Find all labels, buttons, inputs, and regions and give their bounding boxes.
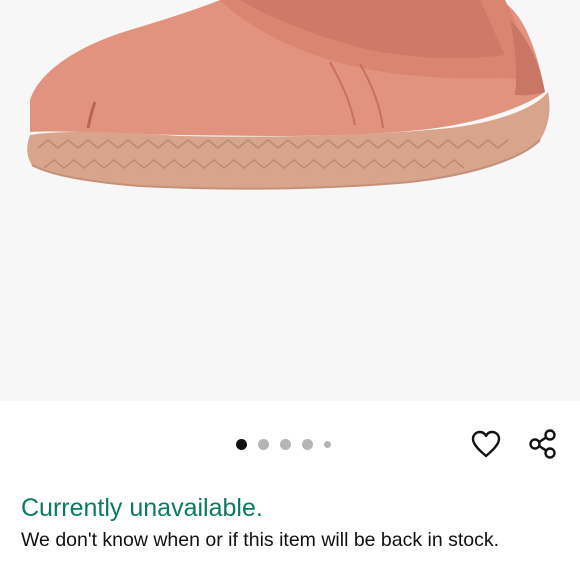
shoe-illustration xyxy=(27,0,550,190)
product-image[interactable] xyxy=(0,0,580,401)
carousel-dot-active[interactable] xyxy=(236,438,247,450)
carousel-dot[interactable] xyxy=(258,438,269,450)
stock-message: We don't know when or if this item will … xyxy=(21,529,500,551)
share-button[interactable] xyxy=(524,425,562,463)
availability-status: Currently unavailable. xyxy=(21,494,263,522)
carousel-dot[interactable] xyxy=(302,438,313,450)
product-page: Currently unavailable. We don't know whe… xyxy=(0,0,580,581)
share-icon xyxy=(529,429,556,459)
heart-icon xyxy=(471,430,501,458)
image-carousel-indicator[interactable] xyxy=(236,437,342,451)
carousel-dot[interactable] xyxy=(280,438,291,450)
wishlist-button[interactable] xyxy=(467,425,505,463)
carousel-dot[interactable] xyxy=(324,440,331,448)
